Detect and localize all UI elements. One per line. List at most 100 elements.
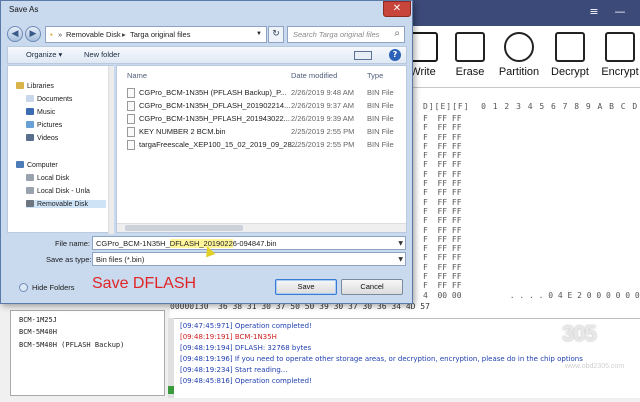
file-icon	[127, 127, 135, 137]
view-options-icon[interactable]	[354, 51, 372, 60]
address-bar[interactable]: ▪ » Removable Disk ▸ Targa original file…	[45, 26, 267, 43]
partition-icon	[504, 32, 534, 62]
app-toolbar: Write Erase Partition Decrypt Encrypt	[405, 26, 640, 88]
brand-url: www.obd2305.com	[565, 363, 625, 370]
column-header-date[interactable]: Date modified	[291, 71, 337, 80]
encrypt-label: Encrypt	[601, 66, 639, 78]
save-button[interactable]: Save	[275, 279, 337, 295]
brand-logo: 305	[562, 321, 597, 346]
file-list: Name Date modified Type CGPro_BCM-1N35H …	[116, 65, 407, 233]
log-line: [09:48:19:234] Start reading...	[180, 366, 288, 374]
chevron-down-icon[interactable]: ▼	[398, 240, 403, 247]
hex-column-header: D][E][F] 0 1 2 3 4 5 6 7 8 9 A B C D E F	[423, 102, 640, 111]
partition-label: Partition	[498, 66, 540, 78]
file-row[interactable]: CGPro_BCM-1N35H_PFLASH_201943022... 2/26…	[117, 112, 402, 125]
documents-icon	[26, 95, 34, 102]
file-row[interactable]: KEY NUMBER 2 BCM.bin 2/25/2019 2:55 PM B…	[117, 125, 402, 138]
log-line: [09:47:45:971] Operation completed!	[180, 322, 312, 330]
erase-icon	[455, 32, 485, 62]
log-line: [09:48:45:816] Operation completed!	[180, 377, 312, 385]
sidebar-item-local-disk[interactable]: Local Disk	[26, 174, 69, 182]
refresh-button[interactable]: ↻	[268, 26, 284, 43]
file-icon	[127, 140, 135, 150]
partition-button[interactable]: Partition	[491, 30, 547, 86]
library-icon	[16, 82, 24, 89]
chip-item[interactable]: BCM-1M25J	[19, 316, 57, 324]
erase-label: Erase	[455, 66, 485, 78]
sidebar-item-pictures[interactable]: Pictures	[26, 121, 62, 129]
file-row[interactable]: CGPro_BCM-1N35H_DFLASH_201902214... 2/26…	[117, 99, 402, 112]
column-header-type[interactable]: Type	[367, 71, 383, 80]
organize-button[interactable]: Organize ▾	[26, 50, 62, 59]
chevron-down-icon[interactable]: ▼	[398, 256, 403, 263]
sidebar-item-removable-disk[interactable]: Removable Disk	[26, 200, 106, 208]
disk-icon	[26, 174, 34, 181]
pictures-icon	[26, 121, 34, 128]
log-line: [09:48:19:194] DFLASH: 32768 bytes	[180, 344, 312, 352]
log-line: [09:48:19:191] BCM-1N35H	[180, 333, 277, 341]
navigation-bar: ◀ ▶ ▪ » Removable Disk ▸ Targa original …	[7, 24, 407, 44]
sidebar-item-libraries[interactable]: Libraries	[16, 82, 54, 90]
scrollbar-thumb[interactable]	[125, 225, 243, 231]
sidebar-item-music[interactable]: Music	[26, 108, 55, 116]
help-icon[interactable]: ?	[389, 49, 401, 61]
minimize-button[interactable]: —	[613, 5, 627, 19]
chevron-down-icon[interactable]: ▼	[256, 31, 262, 37]
chevron-up-icon	[19, 283, 28, 292]
breadcrumb-separator: »	[58, 30, 63, 39]
breadcrumb-item-removable-disk[interactable]: Removable Disk	[66, 30, 121, 39]
close-button[interactable]: ✕	[383, 1, 411, 17]
encrypt-button[interactable]: Encrypt	[592, 30, 640, 86]
hex-editor[interactable]: D][E][F] 0 1 2 3 4 5 6 7 8 9 A B C D E F…	[405, 88, 640, 316]
breadcrumb-separator: ▸	[122, 30, 126, 39]
search-icon[interactable]: ⌕	[394, 28, 400, 39]
file-row[interactable]: targaFreescale_XEP100_15_02_2019_09_28..…	[117, 138, 402, 151]
filename-label: File name:	[55, 239, 91, 248]
erase-button[interactable]: Erase	[442, 30, 498, 86]
sidebar-item-documents[interactable]: Documents	[26, 95, 72, 103]
forward-button[interactable]: ▶	[25, 26, 41, 42]
disk-icon	[26, 187, 34, 194]
column-header-name[interactable]: Name	[127, 71, 147, 80]
save-type-select[interactable]: Bin files (*.bin) ▼	[92, 252, 406, 266]
chip-item[interactable]: BCM-5M40H	[19, 328, 57, 336]
sidebar-scrollbar[interactable]	[108, 66, 114, 234]
app-titlebar: ≡ —	[405, 0, 640, 26]
back-button[interactable]: ◀	[7, 26, 23, 42]
decrypt-lock-icon	[555, 32, 585, 62]
save-type-value: Bin files (*.bin)	[96, 255, 145, 264]
hex-rows: F FF FF F FF FF F FF FF F FF FF F FF FF …	[423, 114, 640, 316]
decrypt-label: Decrypt	[551, 66, 589, 78]
file-icon	[127, 88, 135, 98]
menu-icon[interactable]: ≡	[587, 5, 601, 19]
navigation-pane: Libraries Documents Music Pictures Video…	[7, 65, 114, 234]
chip-item[interactable]: BCM-5M40H (PFLASH Backup)	[19, 341, 124, 349]
sidebar-item-computer[interactable]: Computer	[16, 161, 58, 169]
videos-icon	[26, 134, 34, 141]
decrypt-button[interactable]: Decrypt	[542, 30, 598, 86]
search-placeholder: Search Targa original files	[293, 30, 380, 39]
file-row[interactable]: CGPro_BCM-1N35H (PFLASH Backup)_P... 2/2…	[117, 86, 402, 99]
log-line: [09:48:19:196] If you need to operate ot…	[180, 355, 583, 363]
search-input[interactable]: Search Targa original files ⌕	[287, 26, 405, 43]
cancel-button[interactable]: Cancel	[341, 279, 403, 295]
dialog-footer: Hide Folders Save DFLASH Save Cancel	[7, 273, 407, 301]
chip-list-panel[interactable]: BCM-1M25J BCM-5M40H BCM-5M40H (PFLASH Ba…	[10, 310, 165, 396]
sidebar-item-local-disk-unla[interactable]: Local Disk - Unla	[26, 187, 90, 195]
new-folder-button[interactable]: New folder	[84, 50, 120, 59]
folder-icon: ▪	[50, 30, 53, 39]
save-dflash-caption: Save DFLASH	[92, 275, 197, 292]
file-icon	[127, 114, 135, 124]
removable-disk-icon	[26, 200, 34, 207]
music-icon	[26, 108, 34, 115]
sidebar-item-videos[interactable]: Videos	[26, 134, 58, 142]
save-type-label: Save as type:	[46, 255, 92, 264]
filename-field[interactable]: CGPro_BCM-1N35H_DFLASH_20190226-094847.b…	[92, 236, 406, 250]
computer-icon	[16, 161, 24, 168]
hide-folders-button[interactable]: Hide Folders	[19, 283, 75, 292]
dialog-title: Save As	[9, 5, 39, 14]
file-list-scrollbar[interactable]	[117, 223, 406, 232]
filename-value: CGPro_BCM-1N35H_DFLASH_20190226-094847.b…	[96, 239, 277, 248]
breadcrumb-item-targa-files[interactable]: Targa original files	[130, 30, 190, 39]
command-bar: Organize ▾ New folder ?	[7, 46, 407, 64]
